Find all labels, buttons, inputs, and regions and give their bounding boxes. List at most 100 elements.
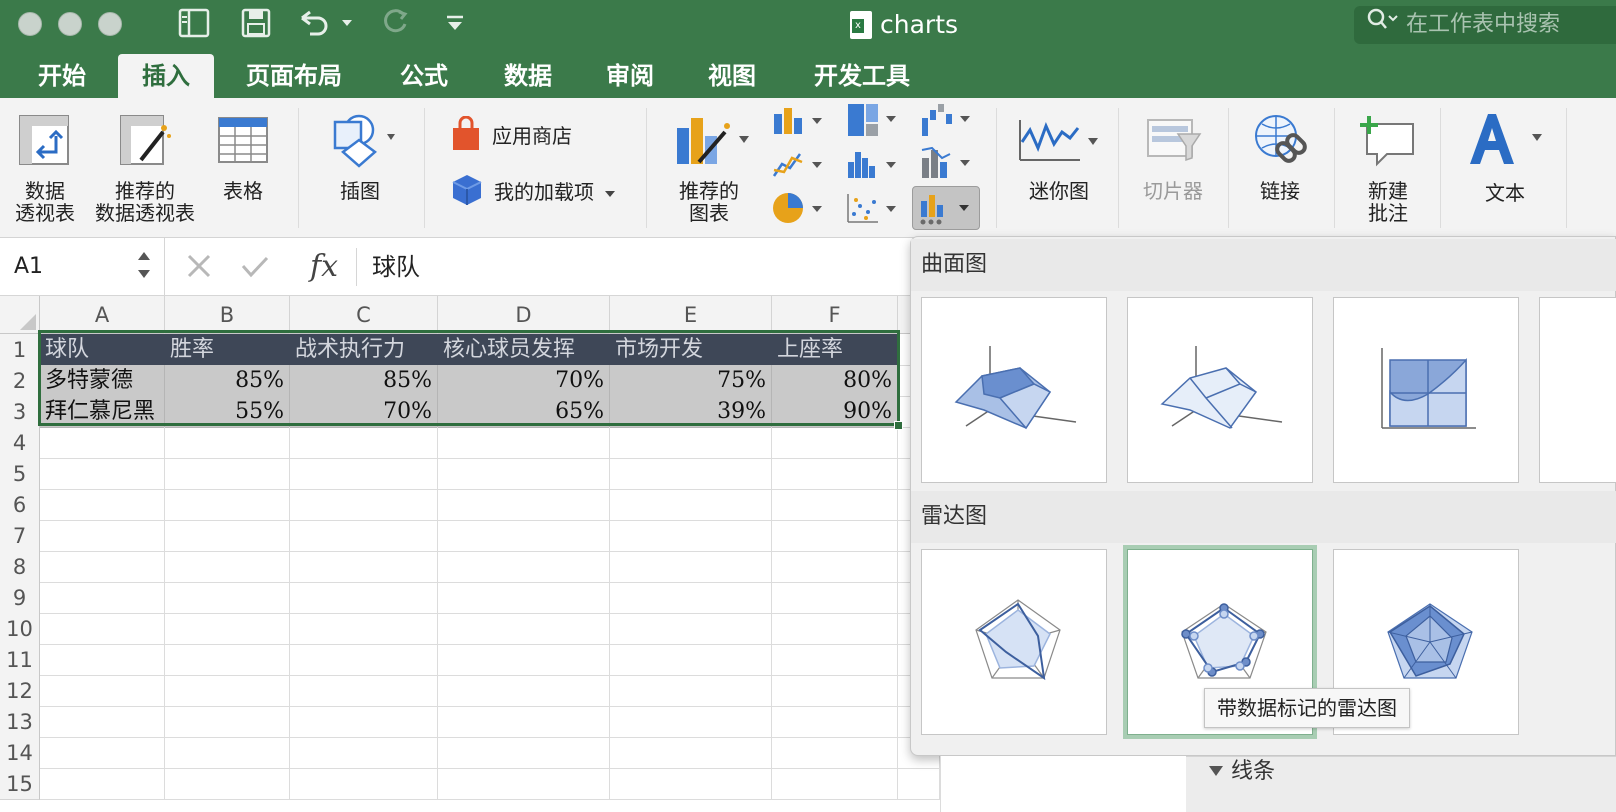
tab-home[interactable]: 开始 <box>22 54 102 98</box>
cell-A12[interactable] <box>40 675 165 707</box>
new-comment-button[interactable]: 新建 批注 <box>1346 112 1430 224</box>
zoom-window-button[interactable] <box>98 12 122 36</box>
minimize-window-button[interactable] <box>58 12 82 36</box>
row-header-8[interactable]: 8 <box>0 551 40 583</box>
sidebar-toggle-icon[interactable] <box>176 8 212 42</box>
cell-B1[interactable]: 胜率 <box>165 334 290 366</box>
cell-E2[interactable]: 75% <box>610 365 772 397</box>
cell-F8[interactable] <box>772 551 898 583</box>
cancel-formula-icon[interactable] <box>186 238 212 296</box>
cell-D5[interactable] <box>438 458 610 490</box>
cell-B2[interactable]: 85% <box>165 365 290 397</box>
3d-surface-option[interactable] <box>921 297 1107 483</box>
row-header-10[interactable]: 10 <box>0 613 40 645</box>
name-box[interactable]: A1 <box>0 238 165 296</box>
cell-F1[interactable]: 上座率 <box>772 334 898 366</box>
cell-E5[interactable] <box>610 458 772 490</box>
column-header-F[interactable]: F <box>772 296 898 334</box>
cell-F11[interactable] <box>772 644 898 676</box>
illustrations-button[interactable]: 插图 <box>320 112 400 202</box>
cell-A11[interactable] <box>40 644 165 676</box>
cell-F14[interactable] <box>772 737 898 769</box>
cell-C6[interactable] <box>290 489 438 521</box>
pie-chart-icon[interactable] <box>772 190 832 226</box>
cell-A13[interactable] <box>40 706 165 738</box>
my-addins-button[interactable]: 我的加载项 <box>450 172 630 212</box>
select-all-button[interactable] <box>0 296 40 334</box>
cell-D4[interactable] <box>438 427 610 459</box>
cell-C8[interactable] <box>290 551 438 583</box>
cell-D14[interactable] <box>438 737 610 769</box>
cell-D11[interactable] <box>438 644 610 676</box>
cell-B12[interactable] <box>165 675 290 707</box>
formula-input[interactable]: 球队 <box>372 238 420 296</box>
cell-D7[interactable] <box>438 520 610 552</box>
cell-D10[interactable] <box>438 613 610 645</box>
cell-E14[interactable] <box>610 737 772 769</box>
table-button[interactable]: 表格 <box>210 112 276 202</box>
column-header-A[interactable]: A <box>40 296 165 334</box>
other-charts-button[interactable] <box>912 186 980 230</box>
cell-F6[interactable] <box>772 489 898 521</box>
cell-C11[interactable] <box>290 644 438 676</box>
cell-C1[interactable]: 战术执行力 <box>290 334 438 366</box>
row-header-1[interactable]: 1 <box>0 334 40 366</box>
cell-A10[interactable] <box>40 613 165 645</box>
column-chart-icon[interactable] <box>772 106 832 136</box>
tab-page-layout[interactable]: 页面布局 <box>230 54 358 98</box>
hierarchy-chart-icon[interactable] <box>846 102 906 138</box>
cell-B7[interactable] <box>165 520 290 552</box>
recommended-pivot-button[interactable]: 推荐的 数据透视表 <box>92 112 198 224</box>
cell-D1[interactable]: 核心球员发挥 <box>438 334 610 366</box>
cell-overflow-15[interactable] <box>898 768 940 800</box>
column-header-D[interactable]: D <box>438 296 610 334</box>
row-header-5[interactable]: 5 <box>0 458 40 490</box>
row-header-3[interactable]: 3 <box>0 396 40 428</box>
cell-E12[interactable] <box>610 675 772 707</box>
cell-D8[interactable] <box>438 551 610 583</box>
recommended-charts-button[interactable]: 推荐的 图表 <box>664 112 754 224</box>
cell-B4[interactable] <box>165 427 290 459</box>
cell-C14[interactable] <box>290 737 438 769</box>
scatter-chart-icon[interactable] <box>846 192 906 223</box>
cell-A6[interactable] <box>40 489 165 521</box>
undo-icon[interactable] <box>296 8 358 42</box>
row-header-11[interactable]: 11 <box>0 644 40 676</box>
waterfall-chart-icon[interactable] <box>920 102 980 138</box>
cell-B14[interactable] <box>165 737 290 769</box>
cell-A3[interactable]: 拜仁慕尼黑 <box>40 396 165 428</box>
cell-C2[interactable]: 85% <box>290 365 438 397</box>
cell-D6[interactable] <box>438 489 610 521</box>
row-header-15[interactable]: 15 <box>0 768 40 800</box>
column-header-E[interactable]: E <box>610 296 772 334</box>
row-header-9[interactable]: 9 <box>0 582 40 614</box>
cell-F3[interactable]: 90% <box>772 396 898 428</box>
sparklines-button[interactable]: 迷你图 <box>1014 112 1104 202</box>
cell-F7[interactable] <box>772 520 898 552</box>
statistic-chart-icon[interactable] <box>846 148 906 178</box>
radar-option[interactable] <box>921 549 1107 735</box>
cell-B3[interactable]: 55% <box>165 396 290 428</box>
row-header-7[interactable]: 7 <box>0 520 40 552</box>
cell-B11[interactable] <box>165 644 290 676</box>
pivot-table-button[interactable]: 数据 透视表 <box>8 112 82 224</box>
cell-B9[interactable] <box>165 582 290 614</box>
cell-E13[interactable] <box>610 706 772 738</box>
wireframe-contour-option[interactable] <box>1539 297 1616 483</box>
cell-E11[interactable] <box>610 644 772 676</box>
cell-F9[interactable] <box>772 582 898 614</box>
cell-C12[interactable] <box>290 675 438 707</box>
cell-A7[interactable] <box>40 520 165 552</box>
cell-C4[interactable] <box>290 427 438 459</box>
cell-B8[interactable] <box>165 551 290 583</box>
cell-F15[interactable] <box>772 768 898 800</box>
row-header-4[interactable]: 4 <box>0 427 40 459</box>
cell-A15[interactable] <box>40 768 165 800</box>
cell-D13[interactable] <box>438 706 610 738</box>
worksheet-grid[interactable]: A B C D E F 1 球队 胜率 战术执行力 核心球员发挥 市场开发 上座率 2 多特蒙德 85% 85%… <box>0 296 940 812</box>
row-header-12[interactable]: 12 <box>0 675 40 707</box>
sheet-search-input[interactable]: 在工作表中搜索 <box>1354 6 1616 44</box>
cell-D2[interactable]: 70% <box>438 365 610 397</box>
wireframe-3d-surface-option[interactable] <box>1127 297 1313 483</box>
tab-view[interactable]: 视图 <box>692 54 772 98</box>
